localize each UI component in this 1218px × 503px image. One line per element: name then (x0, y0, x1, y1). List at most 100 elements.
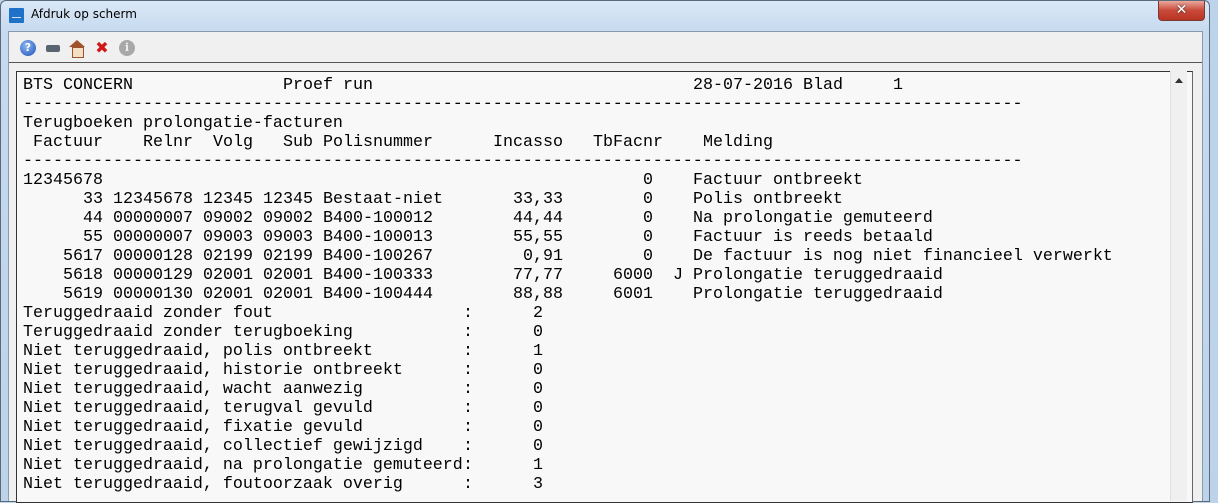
cell-melding: Factuur ontbreekt (693, 171, 863, 190)
cell-tbfacnr: 0 (643, 228, 653, 247)
summary-row: Niet teruggedraaid, na prolongatie gemut… (23, 456, 1123, 475)
summary-value: 0 (533, 361, 543, 380)
cell-relnr: 00000130 (113, 285, 193, 304)
cell-polis: B400-100333 (323, 266, 433, 285)
cell-tbfacnr: 6000 (613, 266, 653, 285)
cell-volg: 02001 (203, 285, 253, 304)
summary-colon: : (463, 437, 473, 456)
summary-label: Niet teruggedraaid, terugval gevuld (23, 399, 373, 418)
summary-row: Niet teruggedraaid, polis ontbreekt: 1 (23, 342, 1123, 361)
cell-melding: Prolongatie teruggedraaid (693, 285, 943, 304)
summary-label: Niet teruggedraaid, polis ontbreekt (23, 342, 373, 361)
table-row: 33 12345678 12345 12345 Bestaat-niet 33,33 0 Po… (23, 190, 1123, 209)
cell-relnr: 12345678 (113, 190, 193, 209)
cell-factuur: 55 (83, 228, 103, 247)
cell-relnr: 00000007 (113, 209, 193, 228)
cell-volg: 02001 (203, 266, 253, 285)
cell-incasso: 55,55 (513, 228, 563, 247)
summary-label: Niet teruggedraaid, foutoorzaak overig (23, 475, 403, 494)
table-row: 55 00000007 09003 09003 B400-100013 55,55 0 Fac… (23, 228, 1123, 247)
summary-row: Teruggedraaid zonder fout: 2 (23, 304, 1123, 323)
cell-incasso: 88,88 (513, 285, 563, 304)
app-icon (9, 8, 24, 23)
col-volg: Volg (213, 133, 253, 152)
cell-melding: Prolongatie teruggedraaid (693, 266, 943, 285)
cell-tbfacnr: 0 (643, 171, 653, 190)
page-label: Blad (803, 76, 843, 95)
table-row: 5617 00000128 02199 02199 B400-100267 0,91 0 De… (23, 247, 1123, 266)
summary-value: 2 (533, 304, 543, 323)
vertical-scrollbar[interactable] (1170, 71, 1187, 501)
summary-row: Niet teruggedraaid, historie ontbreekt: 0 (23, 361, 1123, 380)
cell-tbfacnr: 6001 (613, 285, 653, 304)
summary-value: 1 (533, 456, 543, 475)
summary-row: Niet teruggedraaid, wacht aanwezig: 0 (23, 380, 1123, 399)
summary-label: Teruggedraaid zonder terugboeking (23, 323, 353, 342)
close-icon[interactable]: ✖ (94, 40, 110, 56)
table-row: 5619 00000130 02001 02001 B400-100444 88,88 60… (23, 285, 1123, 304)
cell-factuur: 5617 (63, 247, 103, 266)
col-polisnummer: Polisnummer (323, 133, 433, 152)
cell-melding: De factuur is nog niet financieel verwer… (693, 247, 1113, 266)
summary-label: Niet teruggedraaid, fixatie gevuld (23, 418, 363, 437)
summary-row: Niet teruggedraaid, fixatie gevuld: 0 (23, 418, 1123, 437)
home-icon[interactable] (69, 40, 85, 58)
page-number: 1 (893, 76, 903, 95)
summary-colon: : (463, 323, 473, 342)
cell-incasso: 33,33 (513, 190, 563, 209)
cell-flag: J (673, 266, 683, 285)
report-date: 28-07-2016 (693, 76, 793, 95)
report-header: BTS CONCERN Proef run 28-07-2016 Blad 1 (23, 76, 1123, 95)
cell-relnr: 00000129 (113, 266, 193, 285)
title-bar: Afdruk op scherm ✕ (1, 1, 1209, 31)
column-headers: Factuur Relnr Volg Sub Polisnummer Incas… (23, 133, 1123, 152)
cell-tbfacnr: 0 (643, 190, 653, 209)
window-close-button[interactable]: ✕ (1158, 1, 1205, 21)
summary-value: 0 (533, 323, 543, 342)
window-title: Afdruk op scherm (31, 7, 137, 21)
summary-colon: : (463, 399, 473, 418)
col-sub: Sub (283, 133, 313, 152)
separator: ----------------------------------------… (23, 152, 1023, 171)
cell-incasso: 77,77 (513, 266, 563, 285)
table-row: 12345678 0 Factuur ontbreekt (23, 171, 1123, 190)
help-icon[interactable]: ? (20, 40, 36, 56)
cell-sub: 12345 (263, 190, 313, 209)
cell-volg: 09002 (203, 209, 253, 228)
scroll-up-arrow-icon[interactable] (1175, 78, 1183, 83)
cell-tbfacnr: 0 (643, 209, 653, 228)
cell-volg: 02199 (203, 247, 253, 266)
info-icon[interactable]: i (119, 40, 135, 56)
section-title: Terugboeken prolongatie-facturen (23, 114, 343, 133)
table-row: 5618 00000129 02001 02001 B400-100333 77,77 60… (23, 266, 1123, 285)
summary-row: Niet teruggedraaid, collectief gewijzigd… (23, 437, 1123, 456)
cell-polis: B400-100013 (323, 228, 433, 247)
cell-factuur: 12345678 (23, 171, 103, 190)
cell-factuur: 33 (83, 190, 103, 209)
summary-colon: : (463, 361, 473, 380)
summary-label: Niet teruggedraaid, historie ontbreekt (23, 361, 403, 380)
cell-relnr: 00000128 (113, 247, 193, 266)
summary-colon: : (463, 475, 473, 494)
summary-label: Niet teruggedraaid, na prolongatie gemut… (23, 456, 463, 475)
col-melding: Melding (703, 133, 773, 152)
company-name: BTS CONCERN (23, 76, 133, 95)
summary-colon: : (463, 456, 473, 475)
separator: ----------------------------------------… (23, 95, 1023, 114)
cell-polis: B400-100012 (323, 209, 433, 228)
cell-tbfacnr: 0 (643, 247, 653, 266)
cell-factuur: 5618 (63, 266, 103, 285)
cell-sub: 02001 (263, 285, 313, 304)
cell-incasso: 0,91 (523, 247, 563, 266)
cell-factuur: 44 (83, 209, 103, 228)
run-type: Proef run (283, 76, 373, 95)
summary-label: Teruggedraaid zonder fout (23, 304, 273, 323)
summary-value: 0 (533, 418, 543, 437)
cell-melding: Na prolongatie gemuteerd (693, 209, 933, 228)
print-icon[interactable] (45, 40, 61, 56)
report-view: BTS CONCERN Proef run 28-07-2016 Blad 1 … (16, 71, 1193, 503)
cell-melding: Factuur is reeds betaald (693, 228, 933, 247)
col-incasso: Incasso (493, 133, 563, 152)
table-row: 44 00000007 09002 09002 B400-100012 44,44 0 Na … (23, 209, 1123, 228)
summary-value: 0 (533, 437, 543, 456)
